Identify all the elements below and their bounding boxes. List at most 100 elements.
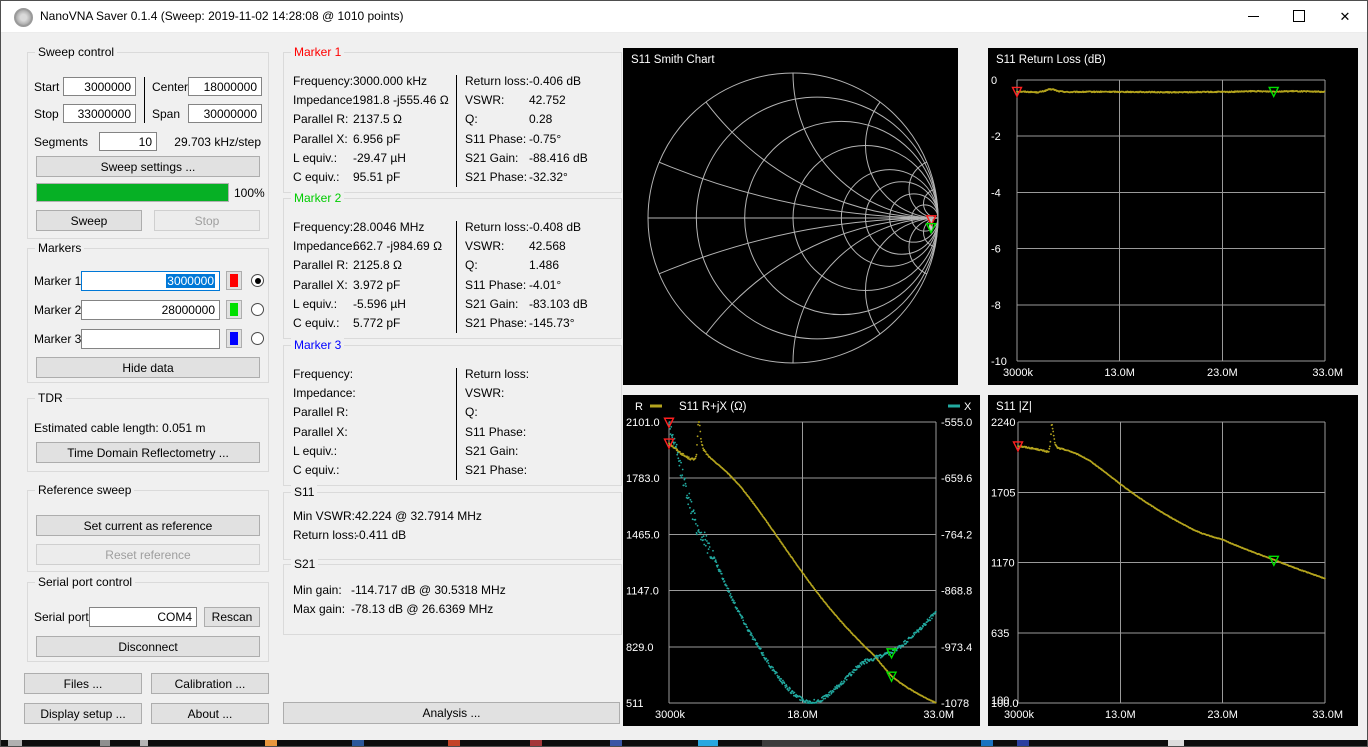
y-axis-tick-label: 511 [626,698,644,710]
start-input[interactable] [63,77,136,96]
tdr-button[interactable]: Time Domain Reflectometry ... [36,442,260,463]
field-value: -0.406 dB [529,74,581,88]
s21-rows: Min gain:-114.717 dB @ 30.5318 MHzMax ga… [293,580,506,619]
taskbar-icon[interactable] [762,740,820,747]
x-axis-tick-label: 3000k [1004,709,1034,721]
field-value: 95.51 pF [353,170,400,184]
taskbar-icon[interactable] [698,740,718,747]
marker3-input[interactable] [81,329,220,349]
data-row: S11 Phase:-0.75° [465,129,588,148]
x-axis-tick-label: 18.0M [787,709,818,721]
stop-label: Stop [34,107,59,121]
field-label: S21 Gain: [465,151,529,165]
sweep-button[interactable]: Sweep [36,210,142,231]
x-axis-tick-label: 33.0M [923,709,954,721]
data-row: S11 Phase:-4.01° [465,275,588,294]
s11-z-magnitude-chart[interactable]: 224017051170635100.01003000k13.0M23.0M33… [988,395,1358,726]
sweep-settings-button[interactable]: Sweep settings ... [36,156,260,177]
taskbar-icon[interactable] [140,740,148,747]
taskbar-icon[interactable] [265,740,277,747]
y-axis-tick-label: 1783.0 [626,473,660,485]
taskbar-icon[interactable] [1017,740,1029,747]
data-row: S21 Phase:-32.32° [465,167,588,186]
column-divider [144,77,145,123]
calibration-button[interactable]: Calibration ... [151,673,269,694]
files-button[interactable]: Files ... [24,673,142,694]
marker1-color-chip [230,274,238,287]
field-value: 42.224 @ 32.7914 MHz [355,509,482,523]
minimize-button[interactable] [1230,0,1276,32]
field-label: C equiv.: [293,316,353,330]
disconnect-button[interactable]: Disconnect [36,636,260,657]
field-value: 3000.000 kHz [353,74,427,88]
span-input[interactable] [188,104,262,123]
data-row: Impedance: [293,383,353,402]
marker2-color-button[interactable] [226,300,242,319]
rescan-button[interactable]: Rescan [204,607,260,627]
taskbar-icon[interactable] [610,740,622,747]
taskbar-icon[interactable] [100,740,110,747]
s11-return-loss-chart[interactable]: 0-2-4-6-8-103000k13.0M23.0M33.0MS11 Retu… [988,48,1358,385]
center-input[interactable] [188,77,262,96]
field-label: S21 Gain: [465,444,529,458]
display-setup-button[interactable]: Display setup ... [24,703,142,724]
data-row: Parallel R: [293,403,353,422]
analysis-button[interactable]: Analysis ... [283,702,620,724]
reset-reference-button[interactable]: Reset reference [36,544,260,565]
field-value: 1.486 [529,258,559,272]
column-divider [456,221,457,333]
marker1-data-group: Marker 1 Frequency:3000.000 kHzImpedance… [283,52,622,193]
marker2-color-chip [230,303,238,316]
marker2-radio[interactable] [251,303,264,316]
about-button[interactable]: About ... [151,703,269,724]
field-label: Impedance: [293,239,353,253]
close-icon: ✕ [1340,10,1351,23]
marker1-color-button[interactable] [226,271,242,290]
data-row: Max gain:-78.13 dB @ 26.6369 MHz [293,599,506,618]
field-value: -88.416 dB [529,151,588,165]
marker2-input[interactable]: 28000000 [81,300,220,320]
close-button[interactable]: ✕ [1322,0,1368,32]
y-axis-tick-label: -868.8 [941,586,972,598]
data-row: Q:0.28 [465,110,588,129]
y-axis-tick-label: 1705 [991,487,1015,499]
field-value: -29.47 µH [353,151,406,165]
taskbar-icon[interactable] [448,740,460,747]
marker2-data-title: Marker 2 [291,191,344,205]
marker3-right-column: Return loss:VSWR:Q:S11 Phase:S21 Gain:S2… [465,364,529,480]
marker2-left-column: Frequency:28.0046 MHzImpedance:662.7 -j9… [293,217,442,333]
field-label: C equiv.: [293,170,353,184]
field-label: Parallel R: [293,112,353,126]
taskbar-icon[interactable] [530,740,542,747]
marker3-data-title: Marker 3 [291,338,344,352]
marker3-color-button[interactable] [226,329,242,348]
field-label: S11 Phase: [465,132,529,146]
windows-taskbar[interactable] [0,740,1368,747]
field-label: Return loss: [465,367,529,381]
field-label: Frequency: [293,367,353,381]
serial-port-input[interactable] [89,607,197,627]
marker1-radio[interactable] [251,274,264,287]
s11-rows: Min VSWR:42.224 @ 32.7914 MHzReturn loss… [293,506,482,545]
taskbar-icon[interactable] [981,740,993,747]
data-row: Min gain:-114.717 dB @ 30.5318 MHz [293,580,506,599]
s11-rjx-chart[interactable]: 2101.01783.01465.01147.0829.0511-555.0-6… [623,395,980,726]
hide-data-button[interactable]: Hide data [36,357,260,378]
taskbar-icon[interactable] [352,740,364,747]
marker1-input[interactable]: 3000000 [81,271,220,291]
x-axis-tick-label: 23.0M [1207,367,1238,379]
marker3-radio[interactable] [251,332,264,345]
set-reference-button[interactable]: Set current as reference [36,515,260,536]
stop-input[interactable] [63,104,136,123]
y-axis-tick-label: 1147.0 [626,586,659,598]
field-value: 28.0046 MHz [353,220,424,234]
stop-button[interactable]: Stop [154,210,260,231]
field-value: 1981.8 -j555.46 Ω [353,93,449,107]
taskbar-icon[interactable] [1168,740,1184,747]
legend-label: X [964,401,972,413]
maximize-button[interactable] [1276,0,1322,32]
marker1-right-column: Return loss:-0.406 dBVSWR:42.752Q:0.28S1… [465,71,588,187]
taskbar-icon[interactable] [8,740,22,747]
s11-smith-chart[interactable]: S11 Smith Chart [623,48,958,385]
field-label: S21 Phase: [465,316,529,330]
